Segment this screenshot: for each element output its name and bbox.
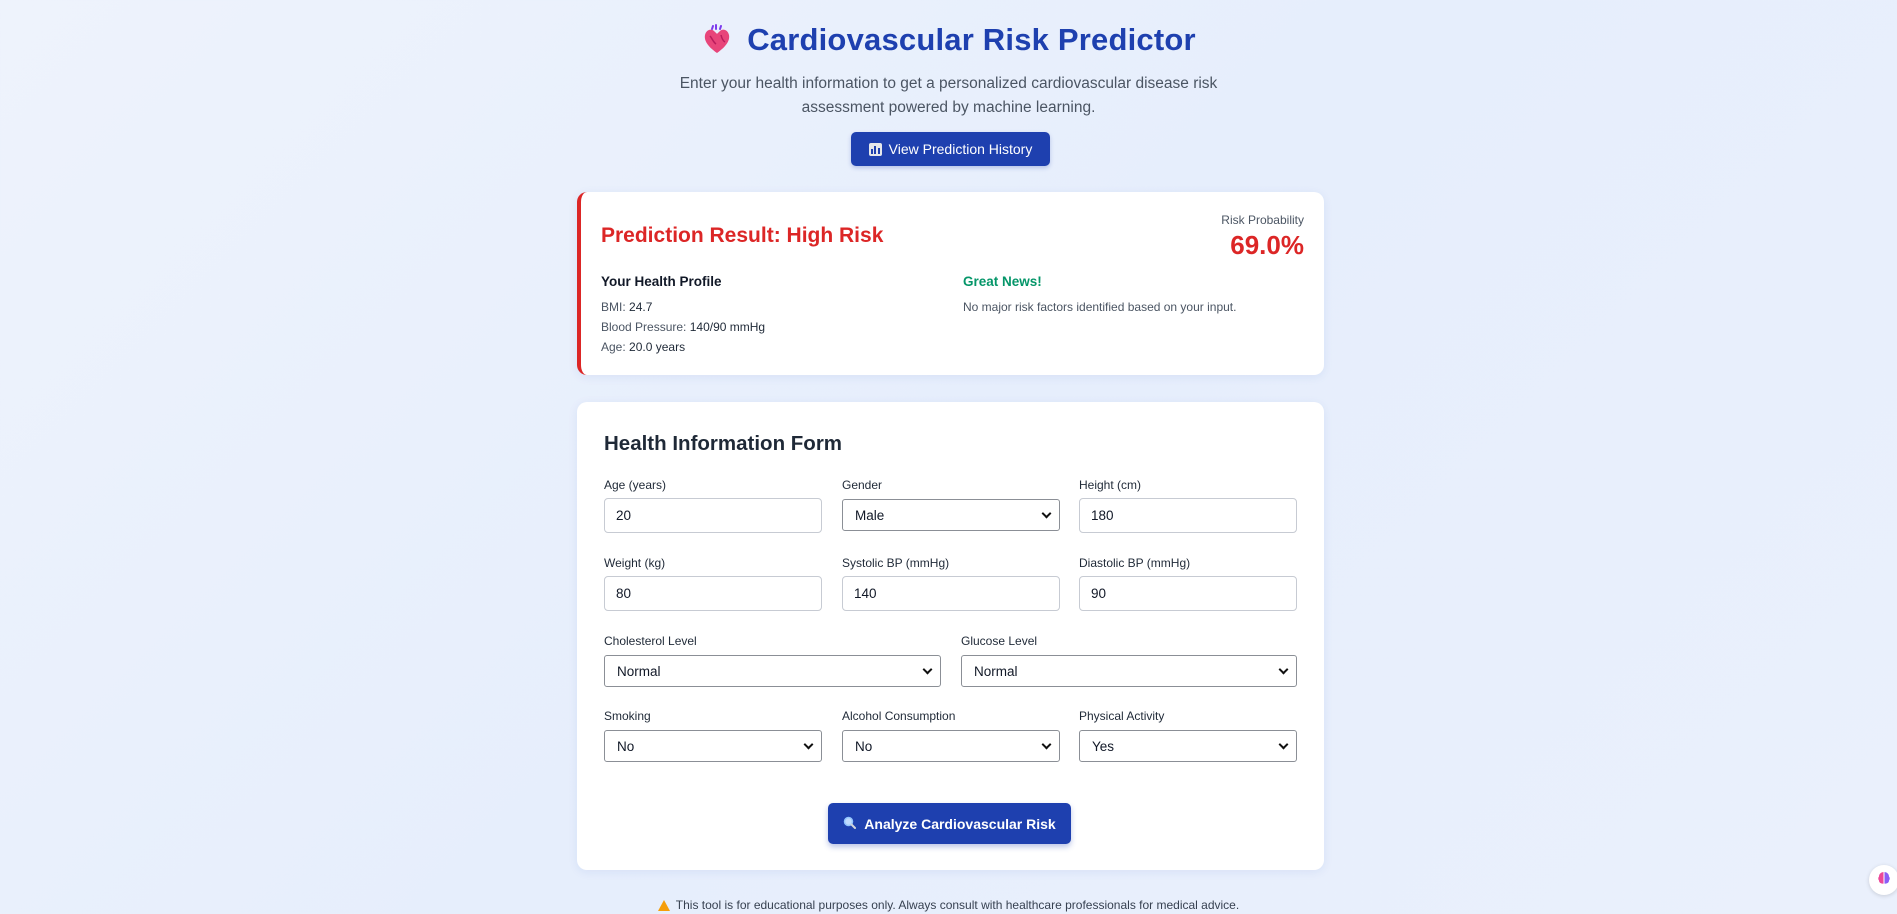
page-subtitle: Enter your health information to get a p…: [679, 75, 1218, 116]
gender-select-value: Male: [855, 507, 885, 523]
brain-widget-button[interactable]: [1869, 865, 1897, 895]
view-history-button[interactable]: View Prediction History: [851, 132, 1050, 166]
disclaimer: This tool is for educational purposes on…: [0, 898, 1897, 912]
bp-label: Blood Pressure:: [601, 320, 687, 334]
alcohol-field-label: Alcohol Consumption: [842, 709, 956, 723]
bar-chart-icon: [868, 142, 882, 156]
bmi-value: 24.7: [629, 300, 653, 314]
prediction-result-card: Prediction Result: High Risk Risk Probab…: [577, 192, 1324, 375]
magnifier-icon: [843, 816, 857, 832]
risk-probability-value: 69.0%: [1230, 230, 1304, 260]
chevron-down-icon: [1278, 664, 1289, 675]
systolic-field-label: Systolic BP (mmHg): [842, 556, 950, 570]
weight-input[interactable]: 80: [604, 576, 822, 611]
age-label: Age:: [601, 340, 626, 354]
blood-pressure-line: Blood Pressure: 140/90 mmHg: [601, 320, 765, 334]
height-field-label: Height (cm): [1079, 478, 1142, 492]
view-history-label: View Prediction History: [888, 141, 1033, 157]
health-form-card: Health Information Form Age (years) 20 G…: [577, 402, 1324, 870]
age-input[interactable]: 20: [604, 498, 822, 533]
height-input[interactable]: 180: [1079, 498, 1297, 533]
age-value: 20.0 years: [629, 340, 686, 354]
smoking-field-label: Smoking: [604, 709, 651, 723]
glucose-select-value: Normal: [974, 663, 1018, 679]
age-line: Age: 20.0 years: [601, 340, 685, 354]
alcohol-select-value: No: [855, 738, 873, 754]
bmi-line: BMI: 24.7: [601, 300, 652, 314]
cholesterol-field-label: Cholesterol Level: [604, 634, 697, 648]
analyze-risk-button[interactable]: Analyze Cardiovascular Risk: [828, 803, 1071, 844]
great-news-title: Great News!: [963, 274, 1042, 289]
weight-field-label: Weight (kg): [604, 556, 666, 570]
disclaimer-text: This tool is for educational purposes on…: [675, 898, 1240, 912]
cholesterol-select-value: Normal: [617, 663, 661, 679]
activity-field-label: Physical Activity: [1079, 709, 1165, 723]
glucose-select[interactable]: Normal: [961, 655, 1297, 687]
bmi-label: BMI:: [601, 300, 626, 314]
result-title: Prediction Result: High Risk: [601, 224, 884, 247]
page-title: Cardiovascular Risk Predictor: [747, 22, 1196, 57]
chevron-down-icon: [1278, 739, 1289, 750]
gender-select[interactable]: Male: [842, 499, 1060, 531]
chevron-down-icon: [922, 664, 933, 675]
alcohol-select[interactable]: No: [842, 730, 1060, 762]
systolic-bp-input[interactable]: 140: [842, 576, 1060, 611]
analyze-risk-label: Analyze Cardiovascular Risk: [864, 815, 1056, 832]
chevron-down-icon: [803, 739, 814, 750]
great-news-text: No major risk factors identified based o…: [963, 300, 1237, 314]
gender-field-label: Gender: [842, 478, 883, 492]
diastolic-bp-input[interactable]: 90: [1079, 576, 1297, 611]
glucose-field-label: Glucose Level: [961, 634, 1038, 648]
cholesterol-select[interactable]: Normal: [604, 655, 941, 687]
age-field-label: Age (years): [604, 478, 667, 492]
anatomical-heart-icon: [701, 24, 733, 56]
physical-activity-select[interactable]: Yes: [1079, 730, 1297, 762]
risk-probability-label: Risk Probability: [1221, 213, 1304, 227]
warning-icon: [657, 899, 670, 911]
chevron-down-icon: [1041, 739, 1052, 750]
page-header: Cardiovascular Risk Predictor: [0, 22, 1897, 58]
smoking-select[interactable]: No: [604, 730, 822, 762]
smoking-select-value: No: [617, 738, 635, 754]
form-title: Health Information Form: [604, 432, 843, 455]
activity-select-value: Yes: [1092, 738, 1115, 754]
health-profile-title: Your Health Profile: [601, 274, 722, 289]
brain-icon: [1876, 870, 1892, 891]
chevron-down-icon: [1041, 508, 1052, 519]
diastolic-field-label: Diastolic BP (mmHg): [1079, 556, 1191, 570]
bp-value: 140/90 mmHg: [689, 320, 766, 334]
